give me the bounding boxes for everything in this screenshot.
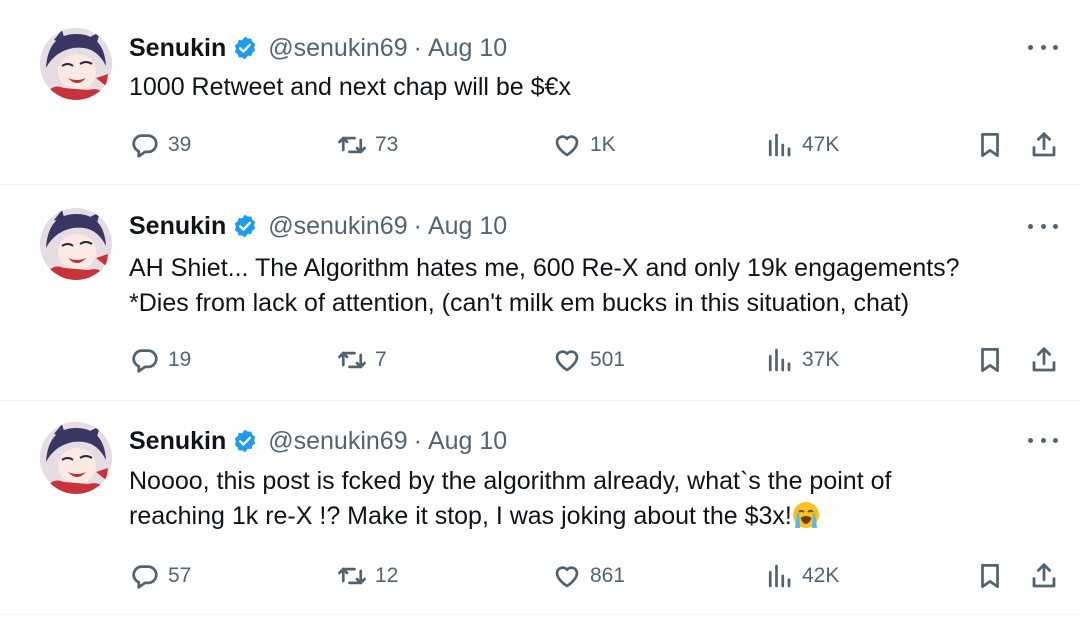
bookmark-icon <box>981 133 999 157</box>
share-button[interactable] <box>1029 128 1059 162</box>
tweet-date[interactable]: Aug 10 <box>428 212 507 241</box>
tweet-text-line-with-emoji: reaching 1k re-X !? Make it stop, I was … <box>129 499 1059 534</box>
share-icon <box>1032 132 1056 157</box>
tweet-text-line: AH Shiet... The Algorithm hates me, 600 … <box>129 254 960 282</box>
tweet-header: Senukin @senukin69 · Aug 10 <box>129 33 507 63</box>
tweet-text: 1000 Retweet and next chap will be $€x <box>129 70 1059 105</box>
verified-badge-icon <box>232 428 258 454</box>
share-button[interactable] <box>1029 559 1059 593</box>
avatar[interactable] <box>40 208 112 280</box>
retweet-icon <box>338 567 366 585</box>
heart-icon <box>555 135 579 157</box>
views-count: 37K <box>802 348 840 371</box>
like-button[interactable]: 501 <box>552 343 625 377</box>
separator-dot: · <box>413 426 422 455</box>
verified-badge-icon <box>232 35 258 61</box>
avatar[interactable] <box>40 28 112 100</box>
tweet-text-line: *Dies from lack of attention, (can't mil… <box>129 289 910 317</box>
action-bar: 19 7 501 37K <box>0 343 1080 377</box>
like-button[interactable]: 861 <box>552 559 625 593</box>
reply-icon <box>132 349 158 373</box>
bookmark-icon <box>981 348 999 372</box>
tweet-feed: Senukin @senukin69 · Aug 10 1000 Retweet… <box>0 0 1080 625</box>
user-handle[interactable]: @senukin69 <box>268 427 407 456</box>
heart-icon <box>555 350 579 372</box>
tweet[interactable]: Senukin @senukin69 · Aug 10 1000 Retweet… <box>0 0 1080 185</box>
tweet-text-line: reaching 1k re-X !? Make it stop, I was … <box>129 502 792 530</box>
reply-count: 39 <box>168 133 192 156</box>
share-icon <box>1032 347 1056 372</box>
views-button[interactable]: 42K <box>764 559 839 593</box>
reply-count: 57 <box>168 564 192 587</box>
display-name[interactable]: Senukin <box>129 212 226 241</box>
tweet-date[interactable]: Aug 10 <box>428 427 507 456</box>
reply-icon <box>132 134 158 158</box>
views-chart-icon <box>768 564 791 588</box>
user-handle[interactable]: @senukin69 <box>268 212 407 241</box>
share-icon <box>1032 563 1056 588</box>
tweet-text: AH Shiet... The Algorithm hates me, 600 … <box>129 251 1059 321</box>
like-button[interactable]: 1K <box>552 128 616 162</box>
views-count: 42K <box>802 564 840 587</box>
retweet-count: 73 <box>375 133 399 156</box>
retweet-count: 12 <box>375 564 399 587</box>
tweet-text-line: 1000 Retweet and next chap will be $€x <box>129 73 571 101</box>
views-chart-icon <box>768 348 791 372</box>
more-options-icon[interactable] <box>1028 40 1058 54</box>
like-count: 501 <box>590 348 626 371</box>
tweet[interactable]: Senukin @senukin69 · Aug 10 Noooo, this … <box>0 401 1080 615</box>
more-options-icon[interactable] <box>1028 219 1058 233</box>
retweet-button[interactable]: 12 <box>337 559 398 593</box>
avatar[interactable] <box>40 422 112 494</box>
retweet-count: 7 <box>375 348 387 371</box>
action-bar: 39 73 1K 47K <box>0 128 1080 162</box>
separator-dot: · <box>413 33 422 62</box>
retweet-icon <box>338 351 366 369</box>
retweet-button[interactable]: 73 <box>337 128 398 162</box>
bookmark-button[interactable] <box>975 343 1005 377</box>
display-name[interactable]: Senukin <box>129 34 226 63</box>
display-name[interactable]: Senukin <box>129 427 226 456</box>
retweet-button[interactable]: 7 <box>337 343 387 377</box>
tweet-header: Senukin @senukin69 · Aug 10 <box>129 426 507 456</box>
views-button[interactable]: 47K <box>764 128 839 162</box>
bookmark-button[interactable] <box>975 559 1005 593</box>
views-count: 47K <box>802 133 840 156</box>
tweet[interactable]: Senukin @senukin69 · Aug 10 AH Shiet... … <box>0 185 1080 401</box>
views-chart-icon <box>768 133 791 157</box>
separator-dot: · <box>413 211 422 240</box>
bookmark-button[interactable] <box>975 128 1005 162</box>
reply-count: 19 <box>168 348 192 371</box>
tweet-text: Noooo, this post is fcked by the algorit… <box>129 464 1059 534</box>
retweet-icon <box>338 136 366 154</box>
reply-button[interactable]: 57 <box>130 559 191 593</box>
user-handle[interactable]: @senukin69 <box>268 34 407 63</box>
heart-icon <box>555 566 579 588</box>
like-count: 861 <box>590 564 626 587</box>
tweet-date[interactable]: Aug 10 <box>428 34 507 63</box>
views-button[interactable]: 37K <box>764 343 839 377</box>
reply-button[interactable]: 39 <box>130 128 191 162</box>
bookmark-icon <box>981 564 999 588</box>
like-count: 1K <box>590 133 616 156</box>
verified-badge-icon <box>232 213 258 239</box>
reply-button[interactable]: 19 <box>130 343 191 377</box>
tweet-text-line: Noooo, this post is fcked by the algorit… <box>129 467 892 495</box>
loudly-crying-face-emoji <box>792 501 820 529</box>
tweet-header: Senukin @senukin69 · Aug 10 <box>129 211 507 241</box>
reply-icon <box>132 565 158 589</box>
action-bar: 57 12 861 42K <box>0 559 1080 593</box>
share-button[interactable] <box>1029 343 1059 377</box>
more-options-icon[interactable] <box>1028 433 1058 447</box>
